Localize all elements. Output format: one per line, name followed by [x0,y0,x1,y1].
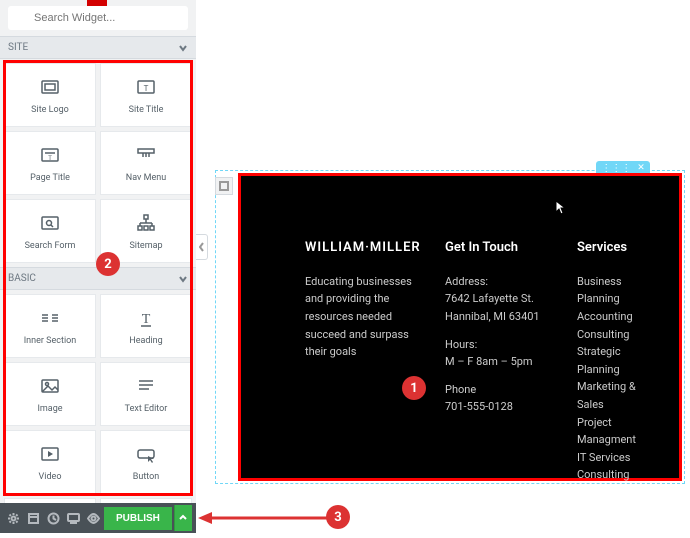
widget-label: Video [39,472,62,482]
publish-options-button[interactable] [174,505,192,531]
basic-widgets-grid: Inner Section T Heading Image Text Edito… [0,290,196,536]
widget-label: Search Form [25,241,76,251]
footer-services-title: Services [577,238,655,259]
widget-label: Image [37,404,62,414]
svg-text:T: T [142,312,151,327]
address-line1: 7642 Lafayette St. [445,290,555,308]
hours-value: M – F 8am – 5pm [445,353,555,371]
widget-label: Sitemap [129,241,162,251]
site-logo-icon [38,75,62,99]
canvas-section[interactable]: ⋮⋮⋮ ✕ WILLIAM·MILLER Educating businesse… [215,170,685,484]
video-icon [38,442,62,466]
footer-col-services: Services Business Planning Accounting Co… [577,238,655,454]
widget-button[interactable]: Button [100,430,192,494]
service-item: Business Planning [577,273,655,308]
svg-text:T: T [48,155,52,162]
phone-value: 701-555-0128 [445,398,555,416]
page-title-icon: T [38,143,62,167]
service-item: Consulting [577,466,655,484]
section-add-icon[interactable]: ⋮⋮⋮ [601,163,631,174]
widget-search-form[interactable]: Search Form [4,199,96,263]
service-item: Accounting [577,308,655,326]
section-close-icon[interactable]: ✕ [637,163,645,173]
service-item: Consulting [577,326,655,344]
button-icon [134,442,158,466]
elementor-sidebar: SITE Site Logo T Site Title T Page Title… [0,0,196,503]
widget-video[interactable]: Video [4,430,96,494]
annotation-badge-2: 2 [96,252,120,276]
responsive-button[interactable] [64,508,82,528]
inner-section-icon [38,306,62,330]
widget-label: Page Title [30,173,70,183]
widget-image[interactable]: Image [4,362,96,426]
widget-site-logo[interactable]: Site Logo [4,63,96,127]
service-item: Strategic Planning [577,343,655,378]
site-widgets-grid: Site Logo T Site Title T Page Title Nav … [0,59,196,267]
chevron-down-icon [178,274,188,284]
widget-label: Button [133,472,159,482]
history-button[interactable] [44,508,62,528]
section-edit-handle[interactable] [215,177,233,195]
site-title-icon: T [134,75,158,99]
footer-col-about: WILLIAM·MILLER Educating businesses and … [305,238,423,454]
preview-button[interactable] [84,508,102,528]
widget-page-title[interactable]: T Page Title [4,131,96,195]
widget-label: Site Title [129,105,164,115]
footer-preview[interactable]: WILLIAM·MILLER Educating businesses and … [238,173,682,481]
nav-menu-icon [134,143,158,167]
widget-label: Text Editor [125,404,168,414]
widget-heading[interactable]: T Heading [100,294,192,358]
navigator-button[interactable] [24,508,42,528]
footer-about-text: Educating businesses and providing the r… [305,273,423,361]
svg-text:T: T [144,84,149,93]
heading-icon: T [134,306,158,330]
address-label: Address: [445,273,555,291]
service-item: IT Services [577,449,655,467]
widget-nav-menu[interactable]: Nav Menu [100,131,192,195]
footer-col-contact: Get In Touch Address: 7642 Lafayette St.… [445,238,555,454]
address-line2: Hannibal, MI 63401 [445,308,555,326]
search-form-icon [38,211,62,235]
category-basic-label: BASIC [8,273,36,284]
settings-button[interactable] [4,508,22,528]
hours-label: Hours: [445,336,555,354]
widget-text-editor[interactable]: Text Editor [100,362,192,426]
image-icon [38,374,62,398]
search-row [0,0,196,36]
service-item: Marketing & Sales [577,378,655,413]
sidebar-collapse-handle[interactable] [196,234,208,260]
annotation-badge-1: 1 [402,376,426,400]
footer-brand: WILLIAM·MILLER [305,238,423,259]
widget-label: Inner Section [24,336,77,346]
annotation-badge-3: 3 [326,505,350,529]
footer-contact-title: Get In Touch [445,238,555,259]
service-item: Project Managment [577,414,655,449]
widget-label: Heading [129,336,162,346]
publish-button[interactable]: PUBLISH [104,507,172,530]
widget-site-title[interactable]: T Site Title [100,63,192,127]
cursor-icon [555,200,567,216]
widget-label: Nav Menu [126,173,166,183]
text-editor-icon [134,374,158,398]
search-input[interactable] [8,6,188,30]
sitemap-icon [134,211,158,235]
phone-label: Phone [445,381,555,399]
category-site-header[interactable]: SITE [0,36,196,59]
widget-inner-section[interactable]: Inner Section [4,294,96,358]
category-site-label: SITE [8,42,28,53]
chevron-down-icon [178,43,188,53]
bottom-bar: PUBLISH [0,503,196,533]
widget-label: Site Logo [31,105,69,115]
annotation-arrow-3 [198,510,328,526]
